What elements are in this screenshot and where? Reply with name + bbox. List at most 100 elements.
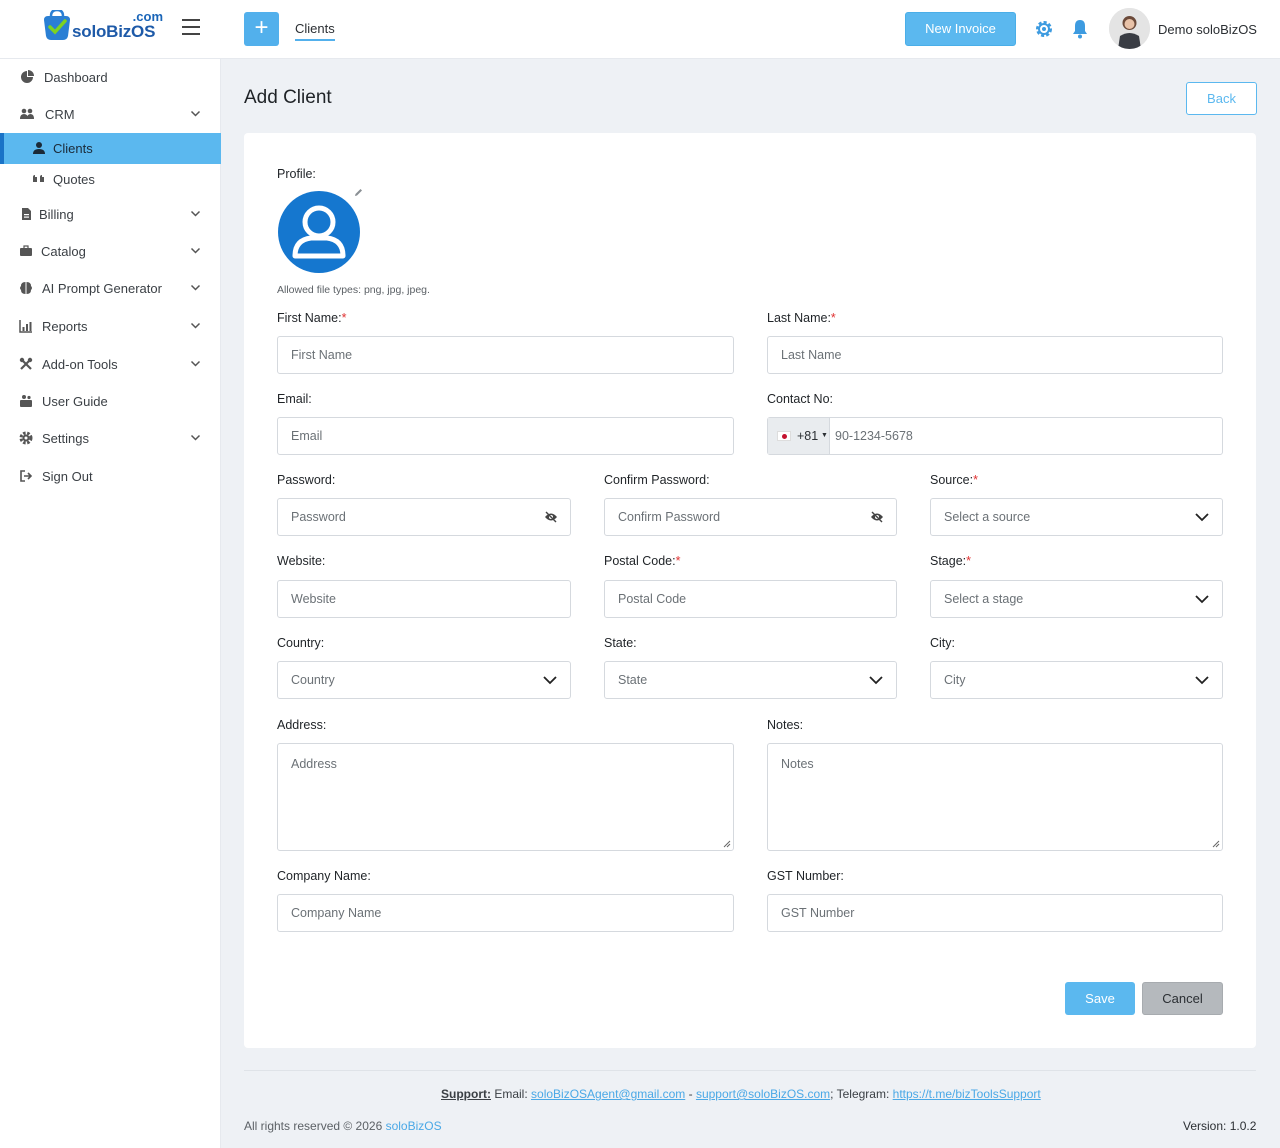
- country-select[interactable]: Country: [277, 661, 571, 699]
- sidebar-item-clients[interactable]: Clients: [0, 133, 221, 164]
- eye-slash-icon[interactable]: [544, 511, 558, 523]
- postal-code-field[interactable]: Postal Code: [604, 580, 897, 618]
- add-button[interactable]: +: [244, 12, 279, 46]
- sidebar-item-billing[interactable]: Billing: [0, 199, 221, 229]
- source-select[interactable]: Select a source: [930, 498, 1223, 536]
- file-icon: [22, 208, 31, 220]
- email-prefix: Email:: [491, 1087, 532, 1101]
- last-name-field[interactable]: Last Name: [767, 336, 1223, 374]
- chevron-down-icon: [190, 322, 201, 329]
- back-button[interactable]: Back: [1186, 82, 1257, 115]
- gear-icon[interactable]: [1034, 19, 1054, 39]
- company-name-field[interactable]: Company Name: [277, 894, 734, 932]
- source-label: Source:*: [930, 473, 978, 487]
- sidebar-item-label: Sign Out: [42, 469, 93, 484]
- sidebar-item-dashboard[interactable]: Dashboard: [0, 62, 221, 92]
- copyright: All rights reserved © 2026 soloBizOS: [244, 1119, 442, 1133]
- password-placeholder: Password: [291, 510, 346, 524]
- sidebar-item-user-guide[interactable]: User Guide: [0, 386, 221, 416]
- eye-slash-icon[interactable]: [870, 511, 884, 523]
- support-email-link-2[interactable]: support@soloBizOS.com: [696, 1087, 830, 1101]
- phone-input[interactable]: 90-1234-5678: [835, 418, 913, 454]
- pencil-icon[interactable]: [351, 185, 366, 200]
- telegram-link[interactable]: https://t.me/bizToolsSupport: [893, 1087, 1041, 1101]
- support-email-link-1[interactable]: soloBizOSAgent@gmail.com: [531, 1087, 685, 1101]
- rights-text: All rights reserved © 2026: [244, 1119, 386, 1133]
- address-textarea[interactable]: Address: [277, 743, 734, 851]
- brain-icon: [20, 282, 32, 294]
- sidebar-item-crm[interactable]: CRM: [0, 99, 221, 129]
- website-field[interactable]: Website: [277, 580, 571, 618]
- state-label: State:: [604, 636, 637, 650]
- cancel-button[interactable]: Cancel: [1142, 982, 1223, 1015]
- bell-icon[interactable]: [1071, 19, 1089, 39]
- city-placeholder: City: [944, 673, 966, 687]
- sidebar-item-ai-prompt-generator[interactable]: AI Prompt Generator: [0, 273, 221, 303]
- guide-icon: [20, 395, 32, 407]
- first-name-field[interactable]: First Name: [277, 336, 734, 374]
- profile-image-upload[interactable]: [277, 190, 361, 274]
- notes-textarea[interactable]: Notes: [767, 743, 1223, 851]
- sidebar-item-sign-out[interactable]: Sign Out: [0, 461, 221, 491]
- password-field[interactable]: Password: [277, 498, 571, 536]
- footer-divider: [244, 1070, 1256, 1071]
- new-invoice-button[interactable]: New Invoice: [905, 12, 1016, 46]
- gear-icon: [19, 431, 33, 445]
- menu-toggle-icon[interactable]: [182, 19, 200, 35]
- logo-text: soloBizOS: [72, 22, 156, 41]
- website-label: Website:: [277, 554, 326, 568]
- sidebar-item-add-on-tools[interactable]: Add-on Tools: [0, 349, 221, 379]
- confirm-password-placeholder: Confirm Password: [618, 510, 721, 524]
- first-name-label: First Name:*: [277, 311, 347, 325]
- gst-number-field[interactable]: GST Number: [767, 894, 1223, 932]
- sidebar-item-label: Clients: [53, 141, 93, 156]
- sidebar-item-catalog[interactable]: Catalog: [0, 236, 221, 266]
- stage-select[interactable]: Select a stage: [930, 580, 1223, 618]
- sidebar-item-label: Billing: [39, 207, 74, 222]
- support-label: Support:: [441, 1087, 491, 1101]
- brand-link[interactable]: soloBizOS: [386, 1119, 442, 1133]
- country-label: Country:: [277, 636, 325, 650]
- chevron-down-icon: [543, 676, 557, 685]
- stage-placeholder: Select a stage: [944, 592, 1024, 606]
- notes-placeholder: Notes: [781, 757, 814, 771]
- sidebar-item-quotes[interactable]: Quotes: [0, 164, 221, 194]
- tools-icon: [19, 357, 33, 370]
- tab-clients[interactable]: Clients: [295, 21, 335, 41]
- sidebar-item-label: Catalog: [41, 244, 86, 259]
- default-avatar-icon: [278, 191, 360, 273]
- country-code-select[interactable]: +81 ▼: [768, 418, 830, 454]
- company-name-label: Company Name:: [277, 869, 371, 883]
- confirm-password-label: Confirm Password:: [604, 473, 710, 487]
- confirm-password-field[interactable]: Confirm Password: [604, 498, 897, 536]
- country-code: +81: [797, 429, 819, 443]
- users-icon: [20, 108, 34, 119]
- source-placeholder: Select a source: [944, 510, 1031, 524]
- logo[interactable]: .com soloBizOS: [38, 6, 166, 46]
- allowed-file-types: Allowed file types: png, jpg, jpeg.: [277, 284, 430, 296]
- chevron-down-icon: [190, 360, 201, 367]
- sidebar-item-settings[interactable]: Settings: [0, 423, 221, 453]
- user-name[interactable]: Demo soloBizOS: [1158, 22, 1257, 37]
- last-name-label: Last Name:*: [767, 311, 836, 325]
- sidebar-item-reports[interactable]: Reports: [0, 311, 221, 341]
- chevron-down-icon: [190, 110, 201, 117]
- email-label: Email:: [277, 392, 312, 406]
- sidebar-item-label: Quotes: [53, 172, 95, 187]
- chevron-down-icon: [190, 434, 201, 441]
- save-button[interactable]: Save: [1065, 982, 1135, 1015]
- chevron-down-icon: [190, 284, 201, 291]
- email-field[interactable]: Email: [277, 417, 734, 455]
- quote-icon: [33, 175, 44, 182]
- stage-label: Stage:*: [930, 554, 972, 568]
- resize-grip-icon[interactable]: [723, 840, 731, 848]
- city-select[interactable]: City: [930, 661, 1223, 699]
- user-photo-icon: [1109, 8, 1150, 49]
- state-select[interactable]: State: [604, 661, 897, 699]
- sign-out-icon: [20, 470, 33, 482]
- resize-grip-icon[interactable]: [1212, 840, 1220, 848]
- telegram-prefix: ; Telegram:: [830, 1087, 893, 1101]
- caret-down-icon: ▼: [821, 432, 828, 439]
- avatar[interactable]: [1109, 8, 1150, 49]
- chevron-down-icon: [869, 676, 883, 685]
